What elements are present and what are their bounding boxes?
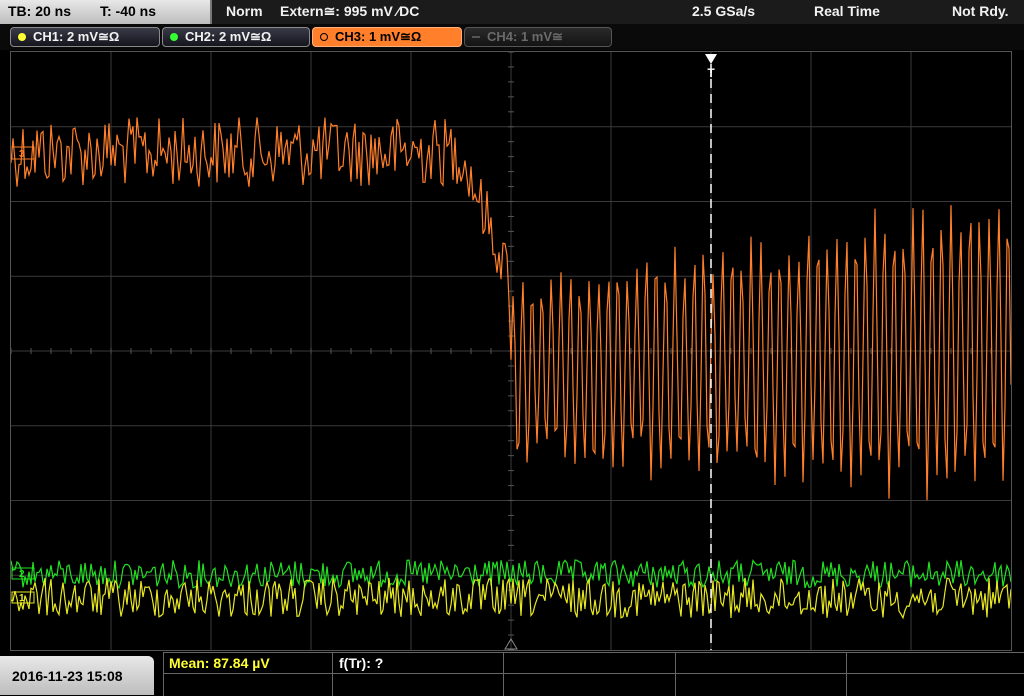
datetime-label: 2016-11-23 15:08 xyxy=(12,668,123,684)
sample-rate-label[interactable]: 2.5 GSa/s xyxy=(692,3,755,19)
channel-bar: CH1: 2 mV≅Ω CH2: 2 mV≅Ω CH3: 1 mV≅Ω CH4:… xyxy=(0,24,1024,50)
ch2-marker-label: 2 xyxy=(19,569,25,580)
measurement-panel[interactable]: Mean: 87.84 µV f(Tr): ? xyxy=(163,652,1024,696)
channel-3-label: CH3: 1 mV≅Ω xyxy=(335,29,422,44)
channel-3-indicator xyxy=(320,33,328,41)
status-bar: TB: 20 ns T: -40 ns Norm Extern≅: 995 mV… xyxy=(0,0,1024,24)
trigger-time-label: T: -40 ns xyxy=(100,3,157,19)
channel-4-label: CH4: 1 mV≅ xyxy=(487,29,563,44)
measurement-fall-time[interactable]: f(Tr): ? xyxy=(339,655,383,671)
channel-2-tab[interactable]: CH2: 2 mV≅Ω xyxy=(162,27,310,47)
measurement-mean[interactable]: Mean: 87.84 µV xyxy=(169,655,270,671)
channel-2-indicator xyxy=(170,33,178,41)
channel-4-indicator xyxy=(472,36,480,38)
trigger-arrow-icon xyxy=(705,54,717,64)
datetime-box: 2016-11-23 15:08 xyxy=(0,656,154,695)
acquisition-status-label: Not Rdy. xyxy=(952,3,1009,19)
waveform-plot[interactable]: T 3 2 1 xyxy=(11,52,1011,650)
trigger-marker-label: T xyxy=(707,66,715,80)
ch1-marker-label: 1 xyxy=(19,593,25,604)
channel-3-tab[interactable]: CH3: 1 mV≅Ω xyxy=(312,27,462,47)
channel-1-tab[interactable]: CH1: 2 mV≅Ω xyxy=(10,27,160,47)
channel-2-label: CH2: 2 mV≅Ω xyxy=(185,29,272,44)
channel-1-indicator xyxy=(18,33,26,41)
timebase-label: TB: 20 ns xyxy=(8,3,72,19)
trigger-source-label[interactable]: Extern≅: 995 mV ⁄DC xyxy=(280,3,419,20)
ch3-marker-label: 3 xyxy=(19,149,25,160)
channel-4-tab[interactable]: CH4: 1 mV≅ xyxy=(464,27,612,47)
acquisition-mode-label[interactable]: Real Time xyxy=(814,3,880,19)
trigger-mode-label[interactable]: Norm xyxy=(226,3,263,19)
timebase-box[interactable]: TB: 20 ns T: -40 ns xyxy=(0,0,212,24)
channel-1-label: CH1: 2 mV≅Ω xyxy=(33,29,120,44)
